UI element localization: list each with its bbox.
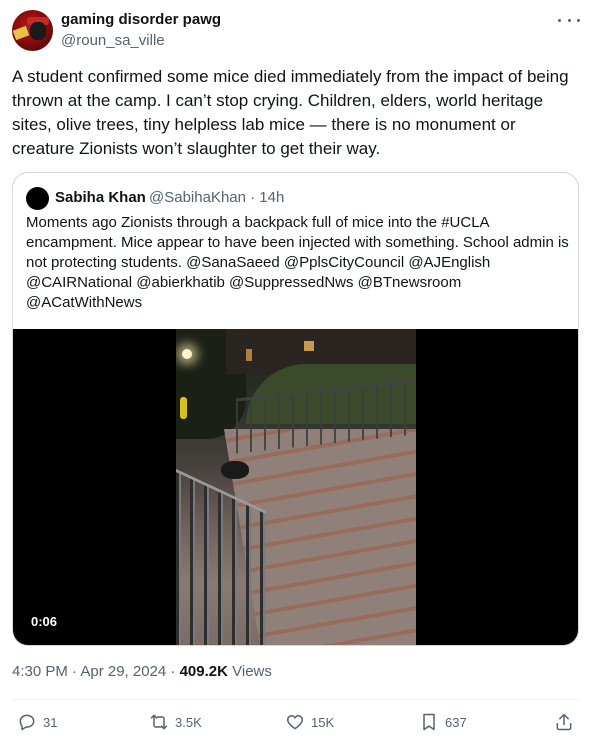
video-window	[304, 341, 314, 351]
author-avatar[interactable]	[12, 10, 53, 51]
quote-author-meta[interactable]: @SabihaKhan · 14h	[149, 189, 284, 206]
repost-count: 3.5K	[175, 714, 202, 730]
share-icon	[556, 713, 572, 731]
author-display-name[interactable]: gaming disorder pawg	[61, 11, 221, 28]
avatar-face	[30, 22, 46, 40]
bookmark-button[interactable]: 637	[419, 712, 467, 732]
share-button[interactable]	[554, 712, 574, 732]
author-handle[interactable]: @roun_sa_ville	[61, 32, 165, 49]
more-icon[interactable]	[558, 12, 580, 28]
video-frame	[176, 329, 416, 645]
reply-button[interactable]: 31	[17, 712, 57, 732]
quote-text: Moments ago Zionists through a backpack …	[26, 214, 569, 311]
video-backpack	[221, 461, 249, 479]
post-timestamp: 4:30 PM · Apr 29, 2024 · 409.2K Views	[12, 663, 272, 680]
action-bar: 31 3.5K 15K 637	[0, 700, 593, 740]
video-window	[246, 349, 252, 361]
like-count: 15K	[311, 714, 335, 730]
like-icon	[286, 715, 304, 730]
reply-count: 31	[43, 714, 58, 730]
bookmark-icon	[423, 713, 435, 731]
quote-author-name[interactable]: Sabiha Khan	[55, 189, 146, 206]
video-lamp	[182, 349, 192, 359]
timestamp-date[interactable]: 4:30 PM · Apr 29, 2024 ·	[12, 663, 180, 680]
video-duration: 0:06	[31, 614, 58, 629]
retweet-icon	[150, 714, 168, 730]
like-button[interactable]: 15K	[285, 712, 334, 732]
views-label: Views	[227, 663, 272, 680]
reply-icon	[19, 714, 35, 731]
bookmark-count: 637	[445, 714, 467, 730]
more-dot	[577, 18, 580, 22]
tweet: gaming disorder pawg @roun_sa_ville A st…	[0, 0, 593, 740]
repost-button[interactable]: 3.5K	[149, 712, 202, 732]
video-player[interactable]: 0:06	[13, 329, 578, 645]
video-person	[180, 397, 187, 419]
avatar-flag	[12, 25, 30, 41]
more-dot	[567, 18, 571, 22]
quote-author-avatar[interactable]	[26, 187, 49, 210]
views-count: 409.2K	[179, 663, 228, 680]
post-text: A student confirmed some mice died immed…	[12, 67, 569, 158]
quoted-tweet[interactable]: Sabiha Khan @SabihaKhan · 14h Moments ag…	[12, 172, 579, 646]
more-dot	[558, 18, 561, 22]
